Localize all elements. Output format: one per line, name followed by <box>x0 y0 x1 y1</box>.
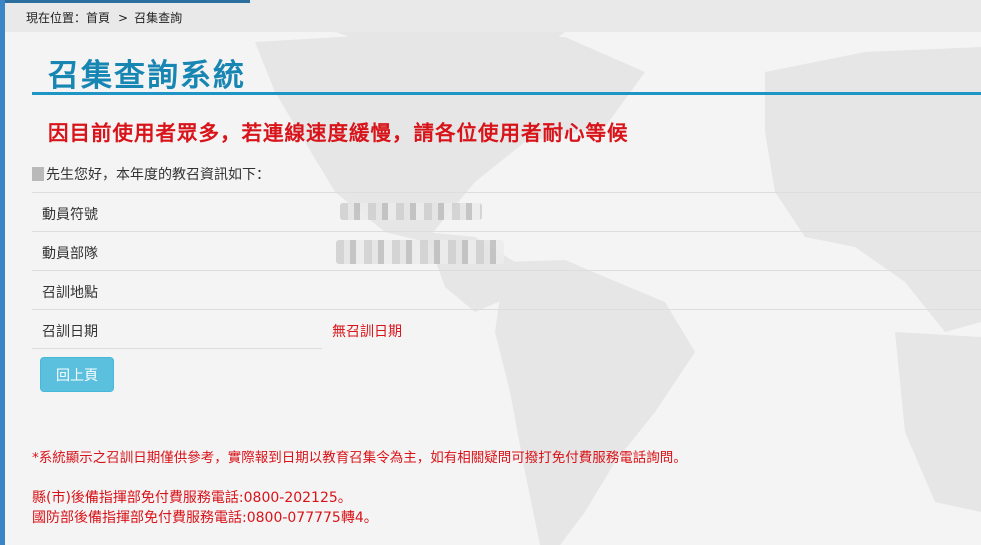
label-training-location: 召訓地點 <box>42 285 98 301</box>
disclaimer-note: *系統顯示之召訓日期僅供參考，實際報到日期以教育召集令為主，如有相關疑問可撥打免… <box>32 450 687 466</box>
label-training-date: 召訓日期 <box>42 324 98 340</box>
page-title: 召集查詢系統 <box>48 58 246 94</box>
hotline-county: 縣(市)後備指揮部免付費服務電話:0800-202125。 <box>32 490 352 506</box>
hotline-national: 國防部後備指揮部免付費服務電話:0800-077775轉4。 <box>32 510 378 526</box>
label-mobilization-code: 動員符號 <box>42 207 98 223</box>
table-divider <box>32 309 981 310</box>
redacted-mobilization-unit <box>336 240 504 264</box>
redacted-mobilization-code <box>340 203 482 220</box>
label-mobilization-unit: 動員部隊 <box>42 246 98 262</box>
notice-banner: 因目前使用者眾多，若連線速度緩慢，請各位使用者耐心等候 <box>48 121 629 145</box>
table-divider <box>32 192 981 193</box>
table-divider <box>32 231 981 232</box>
back-button[interactable]: 回上頁 <box>40 357 114 392</box>
table-divider <box>32 270 981 271</box>
greeting-text: 先生您好，本年度的教召資訊如下： <box>46 167 270 183</box>
title-underline <box>32 92 981 95</box>
table-divider <box>32 348 322 349</box>
redacted-name <box>32 167 44 181</box>
main-content: 召集查詢系統 因目前使用者眾多，若連線速度緩慢，請各位使用者耐心等候 先生您好，… <box>0 0 981 545</box>
greeting: 先生您好，本年度的教召資訊如下： <box>32 164 270 184</box>
value-training-date: 無召訓日期 <box>332 324 402 340</box>
